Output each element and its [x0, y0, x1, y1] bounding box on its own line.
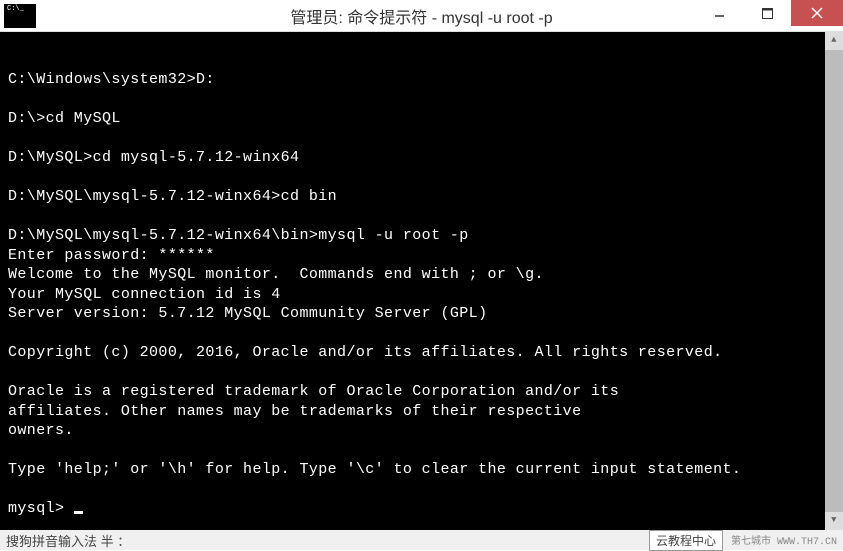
terminal-line: D:\>cd MySQL — [8, 109, 835, 129]
terminal-prompt-line: mysql> — [8, 499, 835, 519]
terminal-line — [8, 363, 835, 383]
terminal-line: Type 'help;' or '\h' for help. Type '\c'… — [8, 460, 835, 480]
minimize-button[interactable] — [695, 0, 743, 26]
terminal-line: Copyright (c) 2000, 2016, Oracle and/or … — [8, 343, 835, 363]
app-icon-text: C:\_ — [7, 6, 24, 13]
scrollbar-thumb[interactable] — [825, 50, 843, 512]
maximize-button[interactable] — [743, 0, 791, 26]
terminal-line: affiliates. Other names may be trademark… — [8, 402, 835, 422]
terminal-line — [8, 324, 835, 344]
minimize-icon — [714, 8, 725, 19]
window-controls — [695, 0, 843, 26]
ime-status: 搜狗拼音输入法 半 ： — [6, 531, 130, 550]
maximize-icon — [762, 8, 773, 19]
terminal-line — [8, 168, 835, 188]
terminal-line: Server version: 5.7.12 MySQL Community S… — [8, 304, 835, 324]
terminal-line: Your MySQL connection id is 4 — [8, 285, 835, 305]
watermark-label: 云教程中心 — [649, 530, 723, 551]
window-title: 管理员: 命令提示符 - mysql -u root -p — [290, 4, 552, 28]
terminal-line: Enter password: ****** — [8, 246, 835, 266]
terminal-line — [8, 90, 835, 110]
terminal-line — [8, 441, 835, 461]
terminal-line: D:\MySQL\mysql-5.7.12-winx64\bin>mysql -… — [8, 226, 835, 246]
close-button[interactable] — [791, 0, 843, 26]
watermark-area: 云教程中心 第七城市 WWW.TH7.CN — [649, 530, 837, 551]
terminal-line — [8, 207, 835, 227]
watermark-small: 第七城市 WWW.TH7.CN — [731, 532, 837, 548]
window-titlebar: C:\_ 管理员: 命令提示符 - mysql -u root -p — [0, 0, 843, 32]
terminal-line — [8, 480, 835, 500]
terminal-line — [8, 129, 835, 149]
status-bar: 搜狗拼音输入法 半 ： 云教程中心 第七城市 WWW.TH7.CN — [0, 530, 843, 550]
terminal-line: owners. — [8, 421, 835, 441]
terminal-line: C:\Windows\system32>D: — [8, 70, 835, 90]
mysql-prompt: mysql> — [8, 500, 74, 517]
terminal-line: Oracle is a registered trademark of Orac… — [8, 382, 835, 402]
close-icon — [811, 7, 823, 19]
terminal-line: D:\MySQL>cd mysql-5.7.12-winx64 — [8, 148, 835, 168]
scrollbar-up-arrow[interactable]: ▲ — [825, 32, 843, 50]
vertical-scrollbar[interactable]: ▲ ▼ — [825, 32, 843, 530]
terminal-line: Welcome to the MySQL monitor. Commands e… — [8, 265, 835, 285]
terminal-output: C:\Windows\system32>D: D:\>cd MySQL D:\M… — [8, 70, 835, 499]
terminal-area[interactable]: C:\Windows\system32>D: D:\>cd MySQL D:\M… — [0, 32, 843, 530]
terminal-line: D:\MySQL\mysql-5.7.12-winx64>cd bin — [8, 187, 835, 207]
scrollbar-down-arrow[interactable]: ▼ — [825, 512, 843, 530]
app-icon: C:\_ — [4, 4, 36, 28]
cursor — [74, 511, 83, 514]
